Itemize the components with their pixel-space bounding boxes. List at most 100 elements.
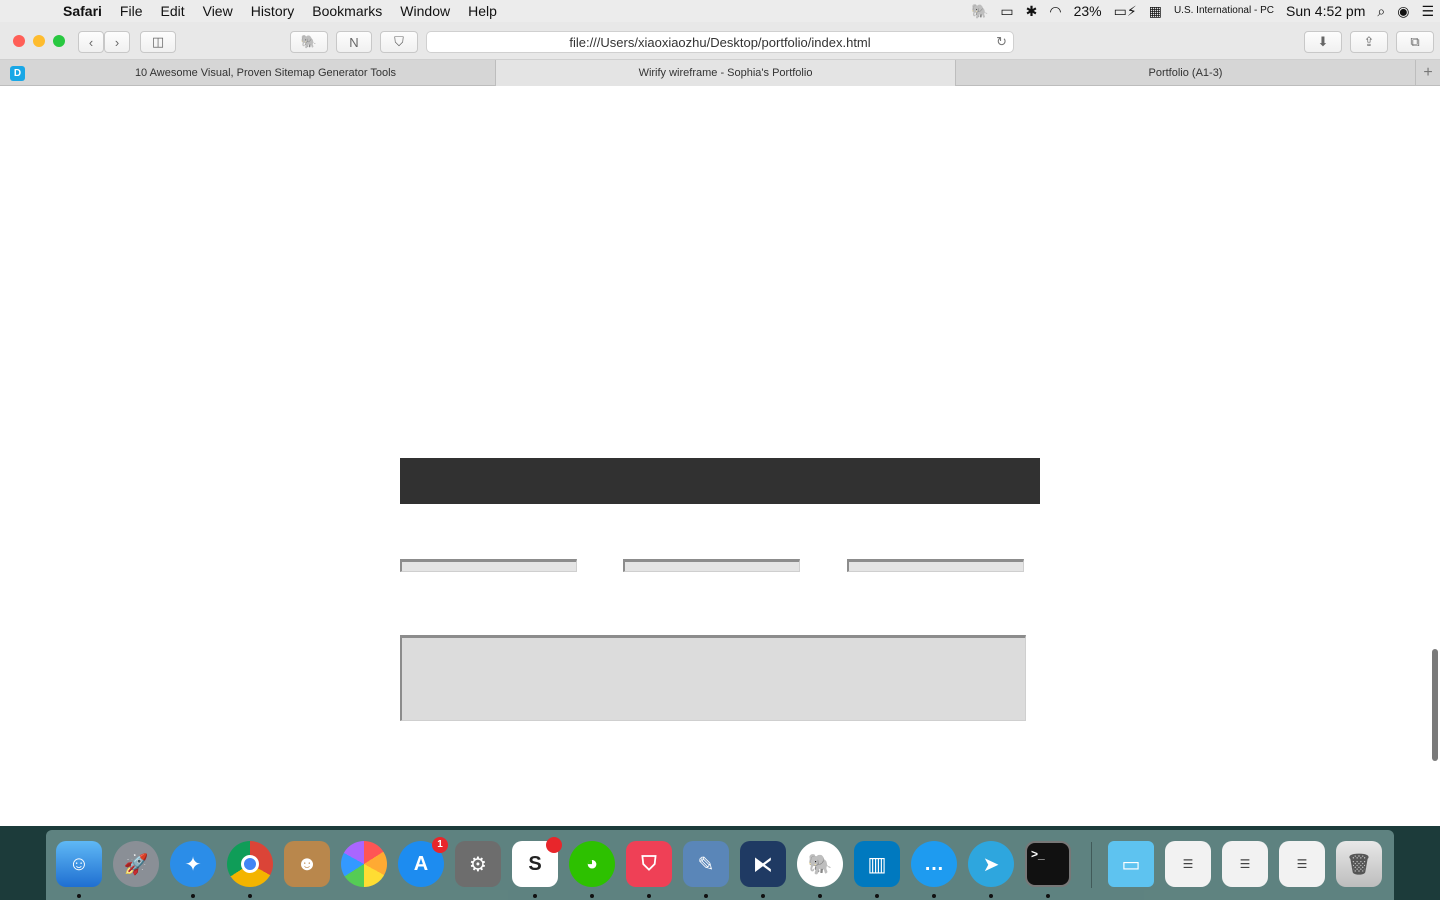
slack-icon[interactable]: S (512, 837, 562, 887)
menu-file[interactable]: File (111, 0, 152, 22)
running-indicator (248, 894, 252, 898)
reload-icon[interactable]: ↻ (996, 34, 1007, 50)
dock: ☺ 🚀 ✦ ☻ A1 ⚙ S ◕ ⛉ ✎ ⧔ 🐘 ▥ … ➤ >_ ▭ ☰ ☰ … (46, 830, 1394, 900)
wechat-icon[interactable]: ◕ (569, 841, 615, 887)
running-indicator (989, 894, 993, 898)
tab-bar: D 10 Awesome Visual, Proven Sitemap Gene… (0, 60, 1440, 86)
menu-bookmarks[interactable]: Bookmarks (303, 0, 391, 22)
browser-toolbar: ‹ › ◫ 🐘 N ⛉ file:///Users/xiaoxiaozhu/De… (0, 22, 1440, 60)
menu-app-name[interactable]: Safari (54, 0, 111, 22)
tab-label: 10 Awesome Visual, Proven Sitemap Genera… (134, 67, 397, 79)
wireframe-input-name[interactable] (400, 559, 577, 572)
menu-help[interactable]: Help (459, 0, 506, 22)
safari-icon[interactable]: ✦ (170, 841, 216, 887)
tab-label: Wirify wireframe - Sophia's Portfolio (638, 67, 813, 79)
launchpad-icon[interactable]: 🚀 (113, 841, 159, 887)
airplay-icon[interactable]: ▭ (994, 0, 1019, 22)
dashlane-icon[interactable]: D (10, 66, 25, 81)
battery-percent[interactable]: 23% (1068, 0, 1108, 22)
url-text: file:///Users/xiaoxiaozhu/Desktop/portfo… (569, 34, 871, 50)
menu-bar: Safari File Edit View History Bookmarks … (0, 0, 1440, 22)
notification-badge: 1 (432, 837, 448, 853)
photos-icon[interactable] (341, 841, 387, 887)
document-stack-icon[interactable]: ☰ (1165, 841, 1211, 887)
menu-edit[interactable]: Edit (151, 0, 193, 22)
tab-wirify-wireframe[interactable]: Wirify wireframe - Sophia's Portfolio (496, 60, 956, 86)
zoom-window-button[interactable] (53, 35, 65, 47)
onenote-extension-button[interactable]: N (336, 31, 372, 53)
wireframe-input-subject[interactable] (847, 559, 1024, 572)
battery-icon[interactable]: ▭⚡ (1108, 0, 1143, 22)
trello-icon[interactable]: ▥ (854, 841, 900, 887)
close-window-button[interactable] (13, 35, 25, 47)
running-indicator (875, 894, 879, 898)
download-icon: ⬇ (1317, 34, 1329, 49)
input-source[interactable]: U.S. International - PC (1168, 0, 1280, 22)
folder-icon[interactable]: ▭ (1108, 841, 1154, 887)
sidebar-icon: ◫ (151, 34, 165, 49)
address-bar[interactable]: file:///Users/xiaoxiaozhu/Desktop/portfo… (426, 31, 1014, 53)
chrome-icon[interactable] (227, 841, 273, 887)
preview-icon[interactable]: ✎ (683, 841, 729, 887)
menu-history[interactable]: History (242, 0, 304, 22)
share-icon: ⇪ (1363, 34, 1375, 49)
back-button[interactable]: ‹ (78, 31, 104, 53)
system-preferences-icon[interactable]: ⚙ (455, 841, 501, 887)
vscode-icon[interactable]: ⧔ (740, 841, 786, 887)
menu-window[interactable]: Window (391, 0, 459, 22)
evernote-app-icon[interactable]: 🐘 (797, 841, 843, 887)
forward-button[interactable]: › (104, 31, 130, 53)
onenote-icon: N (349, 34, 359, 50)
messenger-icon[interactable]: … (911, 841, 957, 887)
wireframe-textarea[interactable] (400, 635, 1026, 721)
siri-icon[interactable]: ◉ (1391, 0, 1415, 22)
vertical-scrollbar[interactable] (1432, 649, 1438, 761)
pocket-app-icon[interactable]: ⛉ (626, 841, 672, 887)
dock-separator (1091, 842, 1092, 888)
running-indicator (1046, 894, 1050, 898)
wireframe-header-block (400, 458, 1040, 504)
pocket-extension-button[interactable]: ⛉ (380, 31, 418, 53)
pocket-icon: ⛉ (394, 34, 404, 49)
evernote-icon: 🐘 (300, 34, 318, 49)
running-indicator (590, 894, 594, 898)
bluetooth-icon[interactable]: ✱ (1020, 0, 1044, 22)
downloads-button[interactable]: ⬇ (1304, 31, 1342, 53)
document-stack-icon[interactable]: ☰ (1222, 841, 1268, 887)
trash-icon[interactable]: 🗑 (1336, 841, 1382, 887)
app-store-icon[interactable]: A1 (398, 837, 448, 887)
share-button[interactable]: ⇪ (1350, 31, 1388, 53)
plus-icon: + (1423, 64, 1433, 81)
clock[interactable]: Sun 4:52 pm (1280, 0, 1371, 22)
web-page-content (0, 86, 1440, 826)
evernote-status-icon[interactable]: 🐘 (965, 0, 994, 22)
running-indicator (932, 894, 936, 898)
running-indicator (761, 894, 765, 898)
tab-sitemap-tools[interactable]: 10 Awesome Visual, Proven Sitemap Genera… (36, 60, 496, 86)
chevron-right-icon: › (114, 34, 120, 50)
wireframe-input-email[interactable] (623, 559, 800, 572)
terminal-icon[interactable]: >_ (1025, 841, 1071, 887)
tab-portfolio[interactable]: Portfolio (A1-3) (956, 60, 1416, 86)
sidebar-toggle-button[interactable]: ◫ (140, 31, 176, 53)
contacts-icon[interactable]: ☻ (284, 841, 330, 887)
spotlight-search-icon[interactable]: ⌕ (1371, 0, 1391, 22)
document-stack-icon[interactable]: ☰ (1279, 841, 1325, 887)
finder-icon[interactable]: ☺ (56, 841, 102, 887)
notification-badge (546, 837, 562, 853)
running-indicator (191, 894, 195, 898)
wifi-icon[interactable]: ◠ (1043, 0, 1067, 22)
new-tab-button[interactable]: + (1416, 60, 1440, 86)
running-indicator (533, 894, 537, 898)
flag-icon[interactable]: ▦ (1143, 0, 1168, 22)
minimize-window-button[interactable] (33, 35, 45, 47)
menu-view[interactable]: View (194, 0, 242, 22)
tab-overview-icon: ⧉ (1410, 34, 1420, 49)
notification-center-icon[interactable]: ☰ (1415, 0, 1440, 22)
chevron-left-icon: ‹ (88, 34, 94, 50)
running-indicator (77, 894, 81, 898)
telegram-icon[interactable]: ➤ (968, 841, 1014, 887)
evernote-extension-button[interactable]: 🐘 (290, 31, 328, 53)
running-indicator (647, 894, 651, 898)
tab-overview-button[interactable]: ⧉ (1396, 31, 1434, 53)
